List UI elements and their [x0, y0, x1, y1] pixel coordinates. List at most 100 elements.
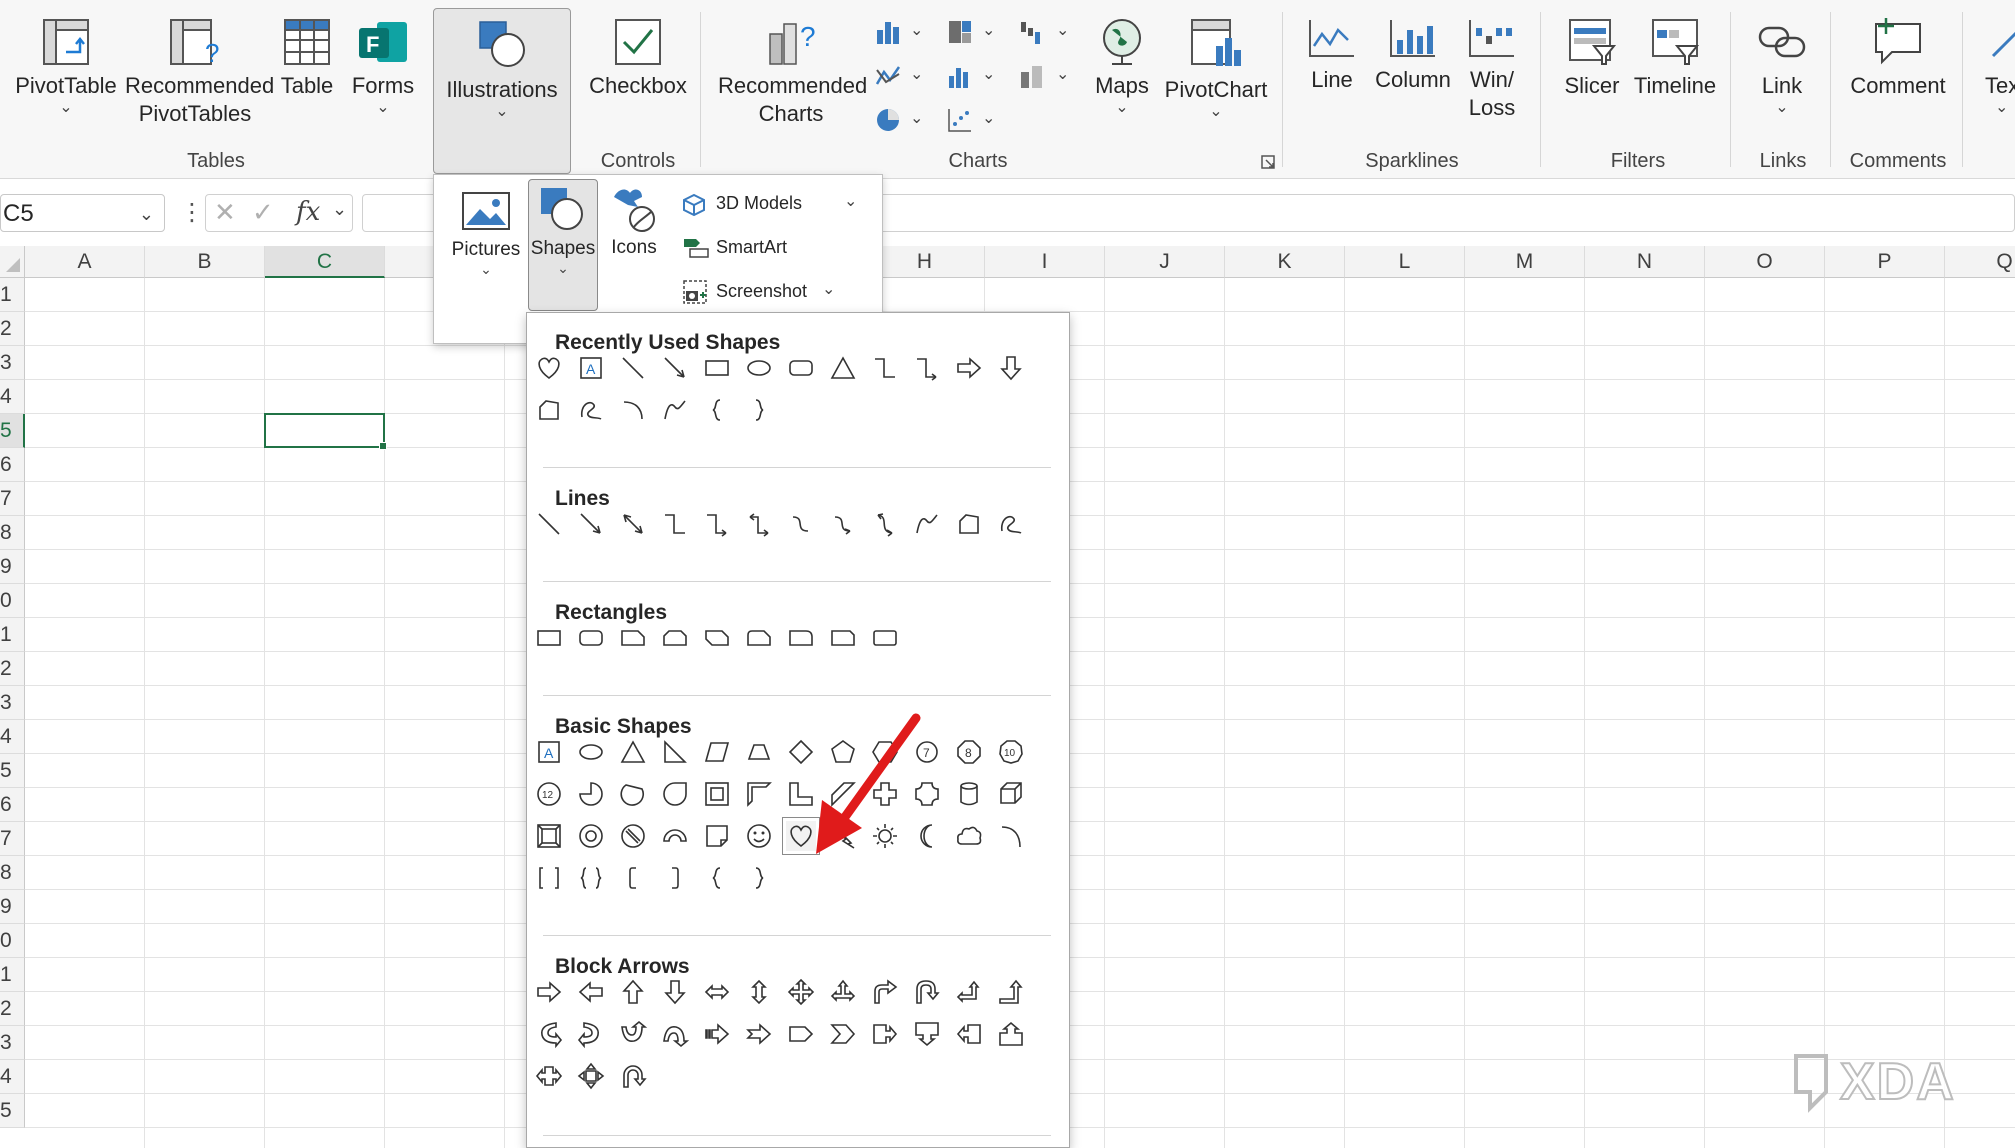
snip3-shape-icon[interactable] — [702, 623, 732, 653]
arrowline-shape-icon[interactable] — [660, 353, 690, 383]
downcallout-shape-icon[interactable] — [912, 1019, 942, 1049]
maps-button[interactable]: Maps ⌄ — [1090, 10, 1154, 116]
select-all-corner[interactable] — [0, 246, 25, 278]
recommended-charts-button[interactable]: ? Recommended Charts — [718, 10, 867, 128]
uarrow-shape-icon[interactable] — [618, 977, 648, 1007]
curveddown-shape-icon[interactable] — [660, 1019, 690, 1049]
sparkline-line-button[interactable]: Line — [1302, 10, 1362, 94]
link-button[interactable]: Link ⌄ — [1748, 10, 1816, 116]
round2-shape-icon[interactable] — [828, 623, 858, 653]
curvedbl-shape-icon[interactable] — [870, 509, 900, 539]
column-header[interactable]: O — [1705, 246, 1825, 278]
rect-shape-icon[interactable] — [534, 623, 564, 653]
scribble-shape-icon[interactable] — [576, 395, 606, 425]
rbrace-shape-icon[interactable] — [744, 863, 774, 893]
scatter-chart-icon[interactable] — [946, 106, 974, 134]
checkbox-button[interactable]: Checkbox — [588, 10, 688, 100]
text-button[interactable]: Tex ⌄ — [1985, 10, 2015, 116]
chevron-down-icon[interactable]: ⌄ — [1056, 20, 1069, 40]
row-header[interactable]: 2 — [0, 992, 25, 1026]
row-header[interactable]: 9 — [0, 890, 25, 924]
elbow-shape-icon[interactable] — [870, 353, 900, 383]
row-header[interactable]: 3 — [0, 346, 25, 380]
column-header[interactable]: L — [1345, 246, 1465, 278]
lrup-shape-icon[interactable] — [828, 977, 858, 1007]
darrow-shape-icon[interactable] — [996, 353, 1026, 383]
column-header[interactable]: I — [985, 246, 1105, 278]
triangle-shape-icon[interactable] — [828, 353, 858, 383]
pie-shape-icon[interactable] — [576, 779, 606, 809]
row-header[interactable]: 5 — [0, 754, 25, 788]
triangle-shape-icon[interactable] — [618, 737, 648, 767]
column-header[interactable]: B — [145, 246, 265, 278]
row-header[interactable]: 7 — [0, 482, 25, 516]
row-header[interactable]: 4 — [0, 1060, 25, 1094]
icons-button[interactable]: Icons — [604, 183, 664, 259]
curvedleft-shape-icon[interactable] — [576, 1019, 606, 1049]
row-header[interactable]: 1 — [0, 618, 25, 652]
uturn-shape-icon[interactable] — [912, 977, 942, 1007]
arrowline-shape-icon[interactable] — [576, 509, 606, 539]
arcline-shape-icon[interactable] — [996, 821, 1026, 851]
cube-shape-icon[interactable] — [996, 779, 1026, 809]
pictures-button[interactable]: Pictures ⌄ — [446, 183, 526, 278]
notchedright-shape-icon[interactable] — [744, 1019, 774, 1049]
row-header[interactable]: 4 — [0, 380, 25, 414]
rarrow-shape-icon[interactable] — [534, 977, 564, 1007]
chevron-down-icon[interactable]: ⌄ — [1056, 64, 1069, 84]
insert-function-icon[interactable]: fx — [296, 197, 320, 227]
scribble-shape-icon[interactable] — [996, 509, 1026, 539]
chevron-down-icon[interactable]: ⌄ — [139, 195, 154, 233]
column-header[interactable]: M — [1465, 246, 1585, 278]
pie-chart-icon[interactable] — [874, 106, 902, 134]
hierarchy-chart-icon[interactable] — [946, 18, 974, 46]
column-header[interactable]: A — [25, 246, 145, 278]
elbowdbl-shape-icon[interactable] — [744, 509, 774, 539]
freeform-shape-icon[interactable] — [534, 395, 564, 425]
row-header[interactable]: 0 — [0, 924, 25, 958]
row-header[interactable]: 8 — [0, 516, 25, 550]
roundsnip-shape-icon[interactable] — [744, 623, 774, 653]
rbrace-shape-icon[interactable] — [744, 395, 774, 425]
slicer-button[interactable]: Slicer — [1560, 10, 1624, 100]
row-header[interactable]: 3 — [0, 686, 25, 720]
chevron-down-icon[interactable]: ⌄ — [844, 191, 857, 211]
bentup-shape-icon[interactable] — [996, 977, 1026, 1007]
chevron-down-icon[interactable]: ⌄ — [910, 64, 923, 84]
arc-shape-icon[interactable] — [618, 395, 648, 425]
curvedup-shape-icon[interactable] — [618, 1019, 648, 1049]
row-header[interactable]: 9 — [0, 550, 25, 584]
donut-shape-icon[interactable] — [576, 821, 606, 851]
elbowarrow-shape-icon[interactable] — [912, 353, 942, 383]
quadarrow-shape-icon[interactable] — [786, 977, 816, 1007]
roundrect-shape-icon[interactable] — [786, 353, 816, 383]
column-chart-icon[interactable] — [874, 18, 902, 46]
sparkline-winloss-button[interactable]: Win/ Loss — [1462, 10, 1522, 122]
timeline-button[interactable]: Timeline — [1632, 10, 1718, 100]
rect-shape-icon[interactable] — [702, 353, 732, 383]
rightcallout-shape-icon[interactable] — [870, 1019, 900, 1049]
leftcallout-shape-icon[interactable] — [954, 1019, 984, 1049]
trapezoid-shape-icon[interactable] — [744, 737, 774, 767]
elbow-shape-icon[interactable] — [660, 509, 690, 539]
lrcallout-shape-icon[interactable] — [534, 1061, 564, 1091]
larrow-shape-icon[interactable] — [576, 977, 606, 1007]
leftup-shape-icon[interactable] — [954, 977, 984, 1007]
name-box[interactable]: C5 ⌄ — [0, 194, 165, 232]
column-header[interactable]: Q — [1945, 246, 2015, 278]
decagon-shape-icon[interactable]: 10 — [996, 737, 1026, 767]
statistic-chart-icon[interactable] — [946, 62, 974, 90]
curve-shape-icon[interactable] — [786, 509, 816, 539]
combo-chart-icon[interactable] — [1018, 62, 1046, 90]
table-button[interactable]: Table — [275, 10, 339, 100]
lbrace-shape-icon[interactable] — [702, 863, 732, 893]
textbox-shape-icon[interactable]: A — [534, 737, 564, 767]
chevron-down-icon[interactable]: ⌄ — [982, 64, 995, 84]
row-header[interactable]: 4 — [0, 720, 25, 754]
freeform-shape-icon[interactable] — [954, 509, 984, 539]
udarrow-shape-icon[interactable] — [744, 977, 774, 1007]
dblarrow-shape-icon[interactable] — [618, 509, 648, 539]
teardrop-shape-icon[interactable] — [660, 779, 690, 809]
halfframe-shape-icon[interactable] — [744, 779, 774, 809]
selected-cell[interactable] — [264, 413, 387, 450]
